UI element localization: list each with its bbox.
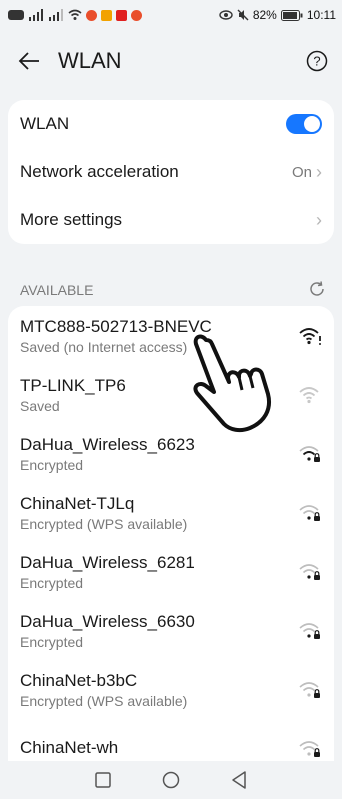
network-name: ChinaNet-TJLq (20, 493, 135, 513)
network-acceleration-status: On (291, 163, 312, 181)
network-status: Encrypted (20, 456, 84, 473)
wifi-lock-icon (299, 681, 320, 698)
wifi-lock-icon (299, 504, 320, 521)
settings-card: WLAN Network acceleration On › More sett… (8, 100, 334, 244)
network-acceleration-label: Network acceleration (20, 162, 179, 181)
wifi-warning-icon (299, 327, 321, 345)
more-settings-row[interactable]: More settings › (8, 196, 334, 244)
network-item[interactable]: DaHua_Wireless_6630 Encrypted (8, 601, 334, 660)
network-status: Encrypted (WPS available) (20, 692, 188, 709)
network-text: DaHua_Wireless_6623 Encrypted (20, 435, 195, 473)
network-text: DaHua_Wireless_6630 Encrypted (20, 612, 195, 650)
network-name: ChinaNet-b3bC (20, 670, 138, 690)
app-icon (86, 9, 97, 21)
network-text: ChinaNet-b3bC Encrypted (WPS available) (20, 671, 187, 709)
network-name: DaHua_Wireless_6623 (20, 434, 195, 454)
network-name: ChinaNet-wh (20, 737, 119, 757)
signal-icon (49, 9, 63, 21)
help-icon[interactable]: ? (306, 50, 328, 72)
network-acceleration-value: On › (292, 163, 322, 181)
network-text: DaHua_Wireless_6281 Encrypted (20, 553, 195, 591)
back-arrow-icon[interactable] (18, 52, 40, 70)
header-left: WLAN (18, 48, 122, 74)
status-icons-right: 82% 10:11 (219, 8, 336, 22)
network-name: DaHua_Wireless_6630 (20, 611, 195, 631)
network-name: DaHua_Wireless_6281 (20, 552, 195, 572)
app-icon (116, 9, 127, 21)
wifi-lock-icon (299, 740, 320, 757)
back-icon[interactable] (231, 771, 247, 789)
status-icons-left (8, 9, 142, 21)
more-settings-label: More settings (20, 210, 123, 229)
app-icon (101, 9, 112, 21)
wifi-lock-icon (299, 563, 320, 580)
network-name: TP-LINK_TP6 (20, 375, 126, 395)
available-section-header: AVAILABLE (0, 244, 342, 306)
app-icon (131, 9, 142, 21)
status-bar: 82% 10:11 (0, 0, 342, 30)
pointing-hand-icon (193, 334, 271, 433)
wifi-lock-icon (299, 622, 320, 639)
network-text: TP-LINK_TP6 Saved (20, 376, 126, 414)
battery-percent: 82% (252, 8, 277, 22)
network-item[interactable]: DaHua_Wireless_6281 Encrypted (8, 542, 334, 601)
wlan-label: WLAN (20, 114, 70, 133)
eye-icon (219, 10, 233, 20)
network-text: ChinaNet-wh (20, 738, 118, 760)
network-item[interactable]: TP-LINK_TP6 Saved (8, 365, 334, 424)
network-status: Encrypted (20, 574, 84, 591)
page-title: WLAN (58, 48, 122, 73)
chevron-right-icon: › (316, 162, 322, 182)
wlan-toggle[interactable] (286, 114, 322, 134)
signal-icon (29, 9, 43, 21)
battery-icon (280, 9, 303, 21)
recents-icon[interactable] (95, 772, 112, 788)
chevron-right-icon: › (316, 210, 322, 230)
wifi-lock-icon (299, 445, 320, 462)
home-icon[interactable] (162, 771, 180, 789)
network-status: Saved (20, 397, 60, 414)
network-status: Encrypted (20, 633, 84, 650)
wifi-weak-icon (299, 386, 319, 403)
svg-text:?: ? (313, 54, 320, 69)
clock: 10:11 (306, 8, 336, 22)
hd-icon (8, 10, 24, 20)
network-item[interactable]: MTC888-502713-BNEVC Saved (no Internet a… (8, 306, 334, 365)
navigation-bar (0, 761, 342, 799)
network-item[interactable]: ChinaNet-wh (8, 719, 334, 766)
wifi-icon (68, 9, 82, 20)
mute-icon (237, 9, 249, 21)
refresh-icon[interactable] (308, 280, 326, 298)
available-label: AVAILABLE (20, 282, 94, 298)
network-item[interactable]: DaHua_Wireless_6623 Encrypted (8, 424, 334, 483)
wlan-toggle-row[interactable]: WLAN (8, 100, 334, 148)
network-item[interactable]: ChinaNet-TJLq Encrypted (WPS available) (8, 483, 334, 542)
network-list: MTC888-502713-BNEVC Saved (no Internet a… (8, 306, 334, 766)
network-text: ChinaNet-TJLq Encrypted (WPS available) (20, 494, 187, 532)
app-header: WLAN ? (0, 30, 342, 92)
network-item[interactable]: ChinaNet-b3bC Encrypted (WPS available) (8, 660, 334, 719)
network-acceleration-row[interactable]: Network acceleration On › (8, 148, 334, 196)
network-status: Encrypted (WPS available) (20, 515, 188, 532)
